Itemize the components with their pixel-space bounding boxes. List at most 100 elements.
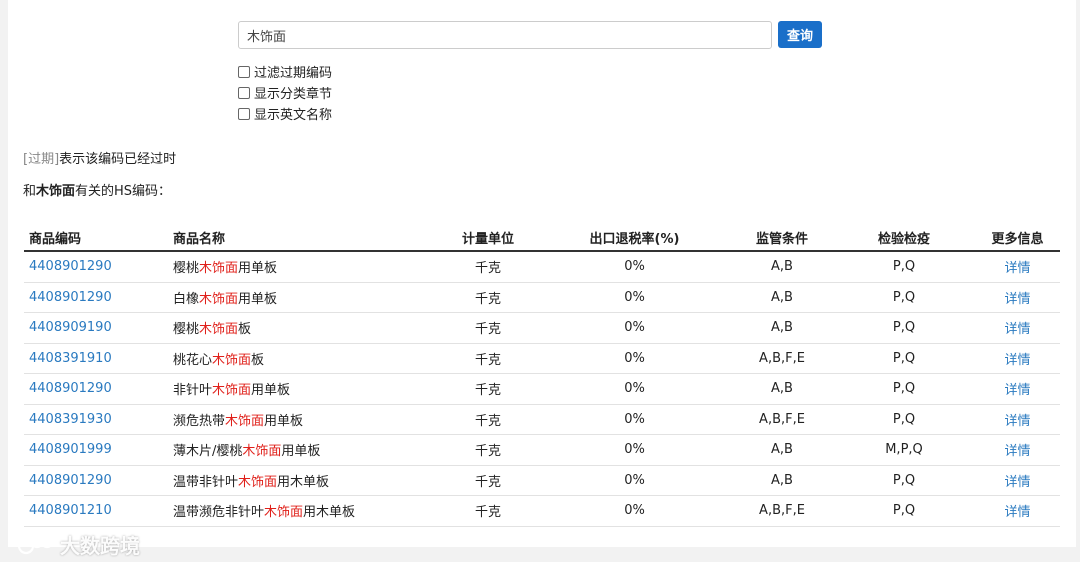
- keyword-highlight: 木饰面: [242, 444, 282, 460]
- filter-options: 过滤过期编码 显示分类章节 显示英文名称: [238, 61, 332, 124]
- table-header-row: 商品编码 商品名称 计量单位 出口退税率(%) 监管条件 检验检疫 更多信息: [24, 225, 1060, 252]
- option-filter-expired[interactable]: 过滤过期编码: [238, 61, 332, 82]
- supervision-cell: A,B,F,E: [731, 404, 833, 435]
- hs-code-link[interactable]: 4408901210: [24, 495, 168, 527]
- table-row: 4408391910 桃花心木饰面板 千克 0% A,B,F,E P,Q 详情: [24, 343, 1060, 374]
- table-row: 4408909190 樱桃木饰面板 千克 0% A,B P,Q 详情: [24, 312, 1060, 344]
- product-name: 非针叶木饰面用单板: [168, 373, 438, 405]
- table-row: 4408901290 樱桃木饰面用单板 千克 0% A,B P,Q 详情: [24, 251, 1060, 283]
- supervision-cell: A,B: [731, 373, 833, 405]
- keyword-highlight: 木饰面: [264, 505, 304, 521]
- hs-code-link[interactable]: 4408901999: [24, 434, 168, 466]
- inspection-cell: P,Q: [833, 282, 975, 313]
- unit-cell: 千克: [438, 282, 538, 313]
- inspection-cell: P,Q: [833, 404, 975, 435]
- inspection-cell: P,Q: [833, 312, 975, 344]
- keyword-highlight: 木饰面: [238, 474, 278, 490]
- related-keyword: 木饰面: [36, 184, 76, 199]
- product-name: 白橡木饰面用单板: [168, 282, 438, 313]
- header-supervision: 监管条件: [731, 225, 833, 252]
- keyword-highlight: 木饰面: [212, 383, 252, 399]
- rate-cell: 0%: [538, 282, 731, 313]
- related-prefix: 和: [23, 184, 37, 199]
- keyword-highlight: 木饰面: [199, 291, 239, 307]
- detail-link[interactable]: 详情: [975, 343, 1060, 374]
- table-row: 4408901999 薄木片/樱桃木饰面用单板 千克 0% A,B M,P,Q 详情: [24, 434, 1060, 466]
- header-unit: 计量单位: [438, 225, 538, 252]
- inspection-cell: M,P,Q: [833, 434, 975, 466]
- filter-expired-label: 过滤过期编码: [254, 66, 333, 81]
- keyword-highlight: 木饰面: [199, 322, 239, 338]
- hs-code-link[interactable]: 4408901290: [24, 251, 168, 283]
- header-inspection: 检验检疫: [833, 225, 975, 252]
- rate-cell: 0%: [538, 251, 731, 283]
- show-english-checkbox[interactable]: [238, 107, 250, 120]
- hs-code-link[interactable]: 4408391930: [24, 404, 168, 435]
- detail-link[interactable]: 详情: [975, 312, 1060, 344]
- supervision-cell: A,B: [731, 251, 833, 283]
- rate-cell: 0%: [538, 312, 731, 344]
- table-row: 4408901290 非针叶木饰面用单板 千克 0% A,B P,Q 详情: [24, 373, 1060, 405]
- header-name: 商品名称: [168, 225, 438, 252]
- table-row: 4408901290 白橡木饰面用单板 千克 0% A,B P,Q 详情: [24, 282, 1060, 313]
- keyword-highlight: 木饰面: [212, 352, 252, 368]
- supervision-cell: A,B: [731, 465, 833, 496]
- unit-cell: 千克: [438, 373, 538, 405]
- show-chapters-label: 显示分类章节: [254, 87, 333, 102]
- supervision-cell: A,B: [731, 312, 833, 344]
- unit-cell: 千克: [438, 465, 538, 496]
- product-name: 薄木片/樱桃木饰面用单板: [168, 434, 438, 466]
- table-row: 4408901290 温带非针叶木饰面用木单板 千克 0% A,B P,Q 详情: [24, 465, 1060, 496]
- expired-tag: [过期]: [23, 152, 60, 167]
- unit-cell: 千克: [438, 343, 538, 374]
- product-name: 樱桃木饰面用单板: [168, 251, 438, 283]
- rate-cell: 0%: [538, 434, 731, 466]
- hs-code-link[interactable]: 4408901290: [24, 373, 168, 405]
- detail-link[interactable]: 详情: [975, 373, 1060, 405]
- show-english-label: 显示英文名称: [254, 108, 333, 123]
- keyword-highlight: 木饰面: [199, 261, 239, 277]
- filter-expired-checkbox[interactable]: [238, 65, 250, 78]
- supervision-cell: A,B: [731, 282, 833, 313]
- page-container: 查询 过滤过期编码 显示分类章节 显示英文名称 [过期]表示该编码已经过时 和木…: [8, 0, 1076, 558]
- option-show-chapters[interactable]: 显示分类章节: [238, 82, 332, 103]
- option-show-english[interactable]: 显示英文名称: [238, 103, 332, 124]
- product-name: 濒危热带木饰面用单板: [168, 404, 438, 435]
- inspection-cell: P,Q: [833, 465, 975, 496]
- hs-code-link[interactable]: 4408901290: [24, 282, 168, 313]
- table-row: 4408901210 温带濒危非针叶木饰面用木单板 千克 0% A,B,F,E P,Q 详情: [24, 495, 1060, 527]
- inspection-cell: P,Q: [833, 373, 975, 405]
- detail-link[interactable]: 详情: [975, 495, 1060, 527]
- product-name: 温带濒危非针叶木饰面用木单板: [168, 495, 438, 527]
- hs-code-link[interactable]: 4408901290: [24, 465, 168, 496]
- inspection-cell: P,Q: [833, 251, 975, 283]
- unit-cell: 千克: [438, 434, 538, 466]
- header-more: 更多信息: [975, 225, 1060, 252]
- search-input[interactable]: [238, 21, 772, 49]
- show-chapters-checkbox[interactable]: [238, 86, 250, 99]
- search-button[interactable]: 查询: [778, 21, 822, 48]
- product-name: 温带非针叶木饰面用木单板: [168, 465, 438, 496]
- detail-link[interactable]: 详情: [975, 282, 1060, 313]
- search-bar: 查询: [238, 21, 822, 49]
- watermark-logo-icon: [18, 535, 54, 554]
- detail-link[interactable]: 详情: [975, 434, 1060, 466]
- product-name: 樱桃木饰面板: [168, 312, 438, 344]
- hs-code-table: 商品编码 商品名称 计量单位 出口退税率(%) 监管条件 检验检疫 更多信息 4…: [24, 225, 1060, 527]
- watermark-text: 大数跨境: [60, 534, 140, 558]
- detail-link[interactable]: 详情: [975, 404, 1060, 435]
- expired-note-text: 表示该编码已经过时: [59, 152, 177, 167]
- watermark: 大数跨境: [18, 530, 140, 559]
- hs-code-link[interactable]: 4408391910: [24, 343, 168, 374]
- rate-cell: 0%: [538, 373, 731, 405]
- rate-cell: 0%: [538, 404, 731, 435]
- hs-code-link[interactable]: 4408909190: [24, 312, 168, 344]
- keyword-highlight: 木饰面: [225, 413, 265, 429]
- inspection-cell: P,Q: [833, 495, 975, 527]
- detail-link[interactable]: 详情: [975, 251, 1060, 283]
- supervision-cell: A,B,F,E: [731, 495, 833, 527]
- rate-cell: 0%: [538, 495, 731, 527]
- expired-note: [过期]表示该编码已经过时: [23, 148, 176, 167]
- unit-cell: 千克: [438, 312, 538, 344]
- detail-link[interactable]: 详情: [975, 465, 1060, 496]
